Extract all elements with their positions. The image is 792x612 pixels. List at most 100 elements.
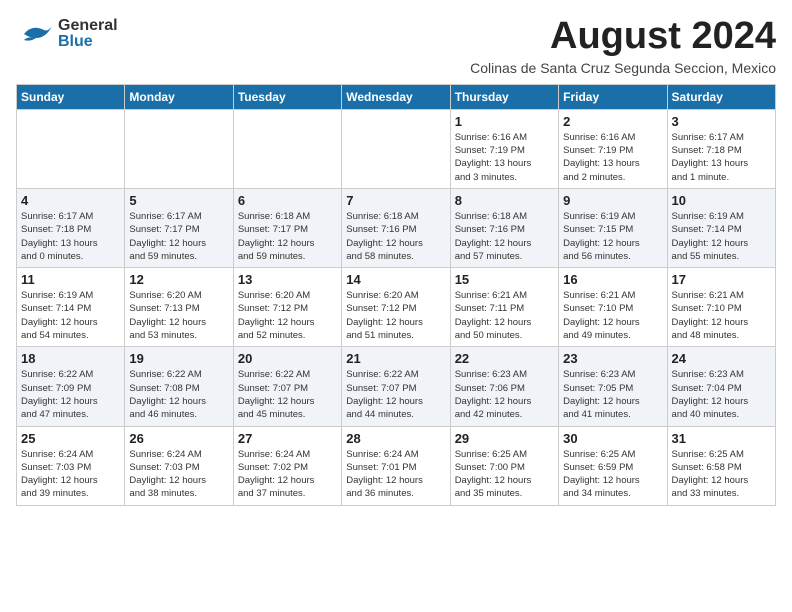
calendar-day-cell: 5 Sunrise: 6:17 AM Sunset: 7:17 PM Daylig… [125, 188, 233, 267]
day-number: 25 [21, 431, 120, 446]
calendar-week-row: 18 Sunrise: 6:22 AM Sunset: 7:09 PM Dayli… [17, 347, 776, 426]
calendar-day-cell: 25 Sunrise: 6:24 AM Sunset: 7:03 PM Dayli… [17, 426, 125, 505]
day-info: Sunrise: 6:23 AM Sunset: 7:05 PM Dayligh… [563, 368, 662, 421]
calendar-day-cell: 26 Sunrise: 6:24 AM Sunset: 7:03 PM Dayli… [125, 426, 233, 505]
day-info: Sunrise: 6:17 AM Sunset: 7:18 PM Dayligh… [21, 210, 120, 263]
day-number: 14 [346, 272, 445, 287]
day-info: Sunrise: 6:18 AM Sunset: 7:16 PM Dayligh… [346, 210, 445, 263]
day-info: Sunrise: 6:24 AM Sunset: 7:02 PM Dayligh… [238, 448, 337, 501]
day-number: 12 [129, 272, 228, 287]
day-number: 10 [672, 193, 771, 208]
day-info: Sunrise: 6:21 AM Sunset: 7:10 PM Dayligh… [563, 289, 662, 342]
calendar-day-cell: 3 Sunrise: 6:17 AM Sunset: 7:18 PM Daylig… [667, 109, 775, 188]
day-info: Sunrise: 6:19 AM Sunset: 7:14 PM Dayligh… [21, 289, 120, 342]
day-info: Sunrise: 6:18 AM Sunset: 7:16 PM Dayligh… [455, 210, 554, 263]
calendar-day-cell: 12Sunrise: 6:20 AM Sunset: 7:13 PM Dayli… [125, 268, 233, 347]
day-number: 18 [21, 351, 120, 366]
day-number: 23 [563, 351, 662, 366]
calendar-day-cell: 31 Sunrise: 6:25 AM Sunset: 6:58 PM Dayli… [667, 426, 775, 505]
calendar-day-cell: 27 Sunrise: 6:24 AM Sunset: 7:02 PM Dayli… [233, 426, 341, 505]
day-info: Sunrise: 6:22 AM Sunset: 7:09 PM Dayligh… [21, 368, 120, 421]
day-info: Sunrise: 6:25 AM Sunset: 7:00 PM Dayligh… [455, 448, 554, 501]
day-info: Sunrise: 6:24 AM Sunset: 7:03 PM Dayligh… [21, 448, 120, 501]
weekday-header-tuesday: Tuesday [233, 84, 341, 109]
day-info: Sunrise: 6:23 AM Sunset: 7:04 PM Dayligh… [672, 368, 771, 421]
calendar-week-row: 11Sunrise: 6:19 AM Sunset: 7:14 PM Dayli… [17, 268, 776, 347]
weekday-header-monday: Monday [125, 84, 233, 109]
weekday-header-thursday: Thursday [450, 84, 558, 109]
day-number: 7 [346, 193, 445, 208]
month-year: August 2024 [470, 16, 776, 58]
day-number: 31 [672, 431, 771, 446]
calendar-day-cell: 13 Sunrise: 6:20 AM Sunset: 7:12 PM Dayli… [233, 268, 341, 347]
page-header: General Blue August 2024 Colinas de Sant… [16, 16, 776, 76]
day-number: 13 [238, 272, 337, 287]
calendar-day-cell: 11Sunrise: 6:19 AM Sunset: 7:14 PM Dayli… [17, 268, 125, 347]
calendar-day-cell: 28 Sunrise: 6:24 AM Sunset: 7:01 PM Dayli… [342, 426, 450, 505]
day-info: Sunrise: 6:25 AM Sunset: 6:58 PM Dayligh… [672, 448, 771, 501]
day-number: 15 [455, 272, 554, 287]
logo-text: General Blue [58, 18, 118, 50]
day-info: Sunrise: 6:25 AM Sunset: 6:59 PM Dayligh… [563, 448, 662, 501]
day-info: Sunrise: 6:17 AM Sunset: 7:17 PM Dayligh… [129, 210, 228, 263]
calendar-day-cell: 16 Sunrise: 6:21 AM Sunset: 7:10 PM Dayli… [559, 268, 667, 347]
calendar-day-cell: 6 Sunrise: 6:18 AM Sunset: 7:17 PM Daylig… [233, 188, 341, 267]
weekday-header-wednesday: Wednesday [342, 84, 450, 109]
calendar-day-cell: 7 Sunrise: 6:18 AM Sunset: 7:16 PM Daylig… [342, 188, 450, 267]
calendar-day-cell: 20Sunrise: 6:22 AM Sunset: 7:07 PM Dayli… [233, 347, 341, 426]
day-number: 1 [455, 114, 554, 129]
calendar-day-cell: 29 Sunrise: 6:25 AM Sunset: 7:00 PM Dayli… [450, 426, 558, 505]
weekday-header-saturday: Saturday [667, 84, 775, 109]
day-info: Sunrise: 6:17 AM Sunset: 7:18 PM Dayligh… [672, 131, 771, 184]
empty-cell [233, 109, 341, 188]
logo-icon [16, 16, 56, 52]
logo: General Blue [16, 16, 118, 52]
calendar-table: SundayMondayTuesdayWednesdayThursdayFrid… [16, 84, 776, 506]
day-number: 21 [346, 351, 445, 366]
day-info: Sunrise: 6:21 AM Sunset: 7:10 PM Dayligh… [672, 289, 771, 342]
day-number: 17 [672, 272, 771, 287]
calendar-week-row: 4 Sunrise: 6:17 AM Sunset: 7:18 PM Daylig… [17, 188, 776, 267]
calendar-week-row: 1 Sunrise: 6:16 AM Sunset: 7:19 PM Daylig… [17, 109, 776, 188]
calendar-day-cell: 15Sunrise: 6:21 AM Sunset: 7:11 PM Dayli… [450, 268, 558, 347]
calendar-day-cell: 19Sunrise: 6:22 AM Sunset: 7:08 PM Dayli… [125, 347, 233, 426]
calendar-day-cell: 17 Sunrise: 6:21 AM Sunset: 7:10 PM Dayli… [667, 268, 775, 347]
day-number: 29 [455, 431, 554, 446]
calendar-day-cell: 23 Sunrise: 6:23 AM Sunset: 7:05 PM Dayli… [559, 347, 667, 426]
day-number: 4 [21, 193, 120, 208]
day-number: 28 [346, 431, 445, 446]
calendar-day-cell: 9Sunrise: 6:19 AM Sunset: 7:15 PM Daylig… [559, 188, 667, 267]
title-block: August 2024 Colinas de Santa Cruz Segund… [470, 16, 776, 76]
empty-cell [125, 109, 233, 188]
day-info: Sunrise: 6:22 AM Sunset: 7:07 PM Dayligh… [346, 368, 445, 421]
calendar-day-cell: 30 Sunrise: 6:25 AM Sunset: 6:59 PM Dayli… [559, 426, 667, 505]
day-info: Sunrise: 6:24 AM Sunset: 7:03 PM Dayligh… [129, 448, 228, 501]
day-number: 27 [238, 431, 337, 446]
day-number: 16 [563, 272, 662, 287]
day-number: 30 [563, 431, 662, 446]
empty-cell [17, 109, 125, 188]
day-number: 22 [455, 351, 554, 366]
calendar-day-cell: 21 Sunrise: 6:22 AM Sunset: 7:07 PM Dayli… [342, 347, 450, 426]
day-number: 8 [455, 193, 554, 208]
day-number: 3 [672, 114, 771, 129]
weekday-header-row: SundayMondayTuesdayWednesdayThursdayFrid… [17, 84, 776, 109]
location: Colinas de Santa Cruz Segunda Seccion, M… [470, 60, 776, 76]
day-number: 5 [129, 193, 228, 208]
calendar-day-cell: 14Sunrise: 6:20 AM Sunset: 7:12 PM Dayli… [342, 268, 450, 347]
day-number: 26 [129, 431, 228, 446]
day-number: 2 [563, 114, 662, 129]
day-number: 24 [672, 351, 771, 366]
day-info: Sunrise: 6:24 AM Sunset: 7:01 PM Dayligh… [346, 448, 445, 501]
day-info: Sunrise: 6:20 AM Sunset: 7:12 PM Dayligh… [238, 289, 337, 342]
day-number: 6 [238, 193, 337, 208]
day-info: Sunrise: 6:18 AM Sunset: 7:17 PM Dayligh… [238, 210, 337, 263]
day-info: Sunrise: 6:16 AM Sunset: 7:19 PM Dayligh… [455, 131, 554, 184]
calendar-day-cell: 8 Sunrise: 6:18 AM Sunset: 7:16 PM Daylig… [450, 188, 558, 267]
empty-cell [342, 109, 450, 188]
logo-blue: Blue [58, 34, 118, 50]
calendar-day-cell: 22Sunrise: 6:23 AM Sunset: 7:06 PM Dayli… [450, 347, 558, 426]
day-info: Sunrise: 6:16 AM Sunset: 7:19 PM Dayligh… [563, 131, 662, 184]
calendar-day-cell: 4 Sunrise: 6:17 AM Sunset: 7:18 PM Daylig… [17, 188, 125, 267]
day-number: 9 [563, 193, 662, 208]
